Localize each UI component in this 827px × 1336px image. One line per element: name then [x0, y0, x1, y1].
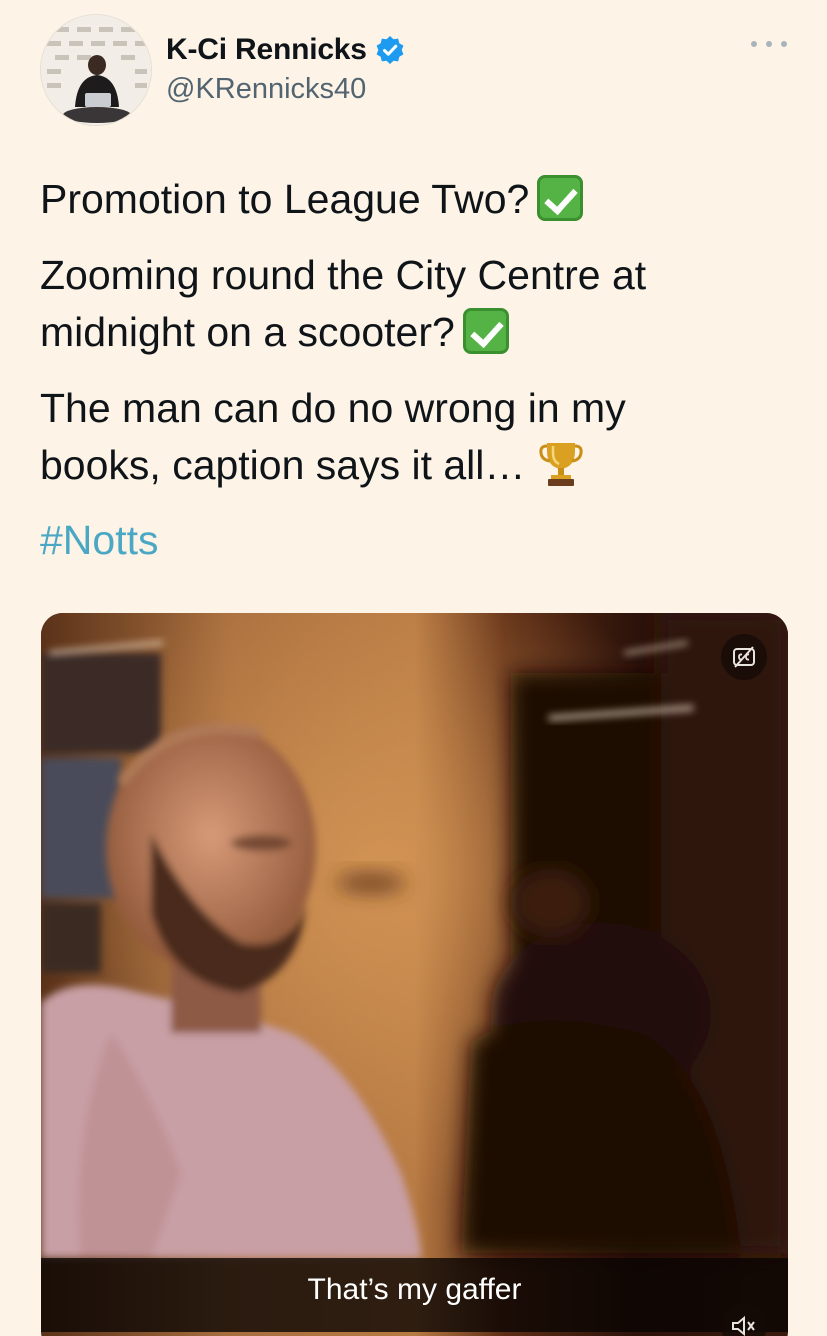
more-dot — [766, 41, 772, 47]
tweet-text: The man can do no wrong in my — [40, 385, 626, 431]
tweet-text-paragraph-2: Zooming round the City Centre at midnigh… — [40, 247, 800, 361]
check-mark-button-emoji — [462, 308, 509, 354]
avatar-image — [41, 15, 151, 125]
tweet-text: Zooming round the City Centre at — [40, 252, 647, 298]
video-player[interactable]: That’s my gaffer — [41, 613, 788, 1336]
check-mark-button-emoji — [537, 175, 584, 221]
tweet-text: midnight on a scooter? — [40, 309, 455, 355]
more-dot — [751, 41, 757, 47]
verified-badge-icon — [375, 35, 405, 65]
more-options-icon[interactable] — [751, 34, 787, 54]
tweet-text-paragraph-1: Promotion to League Two? — [40, 171, 800, 228]
tweet-text: books, caption says it all… — [40, 442, 526, 488]
more-dot — [781, 41, 787, 47]
tweet-text: Promotion to League Two? — [40, 176, 530, 222]
tweet: K-Ci Rennicks @KRennicks40 Promotion to … — [0, 0, 827, 1336]
author-name-row[interactable]: K-Ci Rennicks — [166, 30, 405, 70]
author-display-name[interactable]: K-Ci Rennicks — [166, 33, 367, 67]
video-frame — [41, 613, 788, 1336]
author-handle[interactable]: @KRennicks40 — [166, 73, 366, 106]
avatar[interactable] — [40, 14, 152, 126]
trophy-emoji — [539, 437, 584, 487]
muted-speaker-icon[interactable] — [721, 1303, 767, 1336]
hashtag-link[interactable]: #Notts — [40, 512, 159, 569]
tweet-text-paragraph-3: The man can do no wrong in my books, cap… — [40, 380, 800, 494]
video-caption: That’s my gaffer — [307, 1273, 522, 1306]
closed-captions-icon[interactable] — [721, 634, 767, 680]
